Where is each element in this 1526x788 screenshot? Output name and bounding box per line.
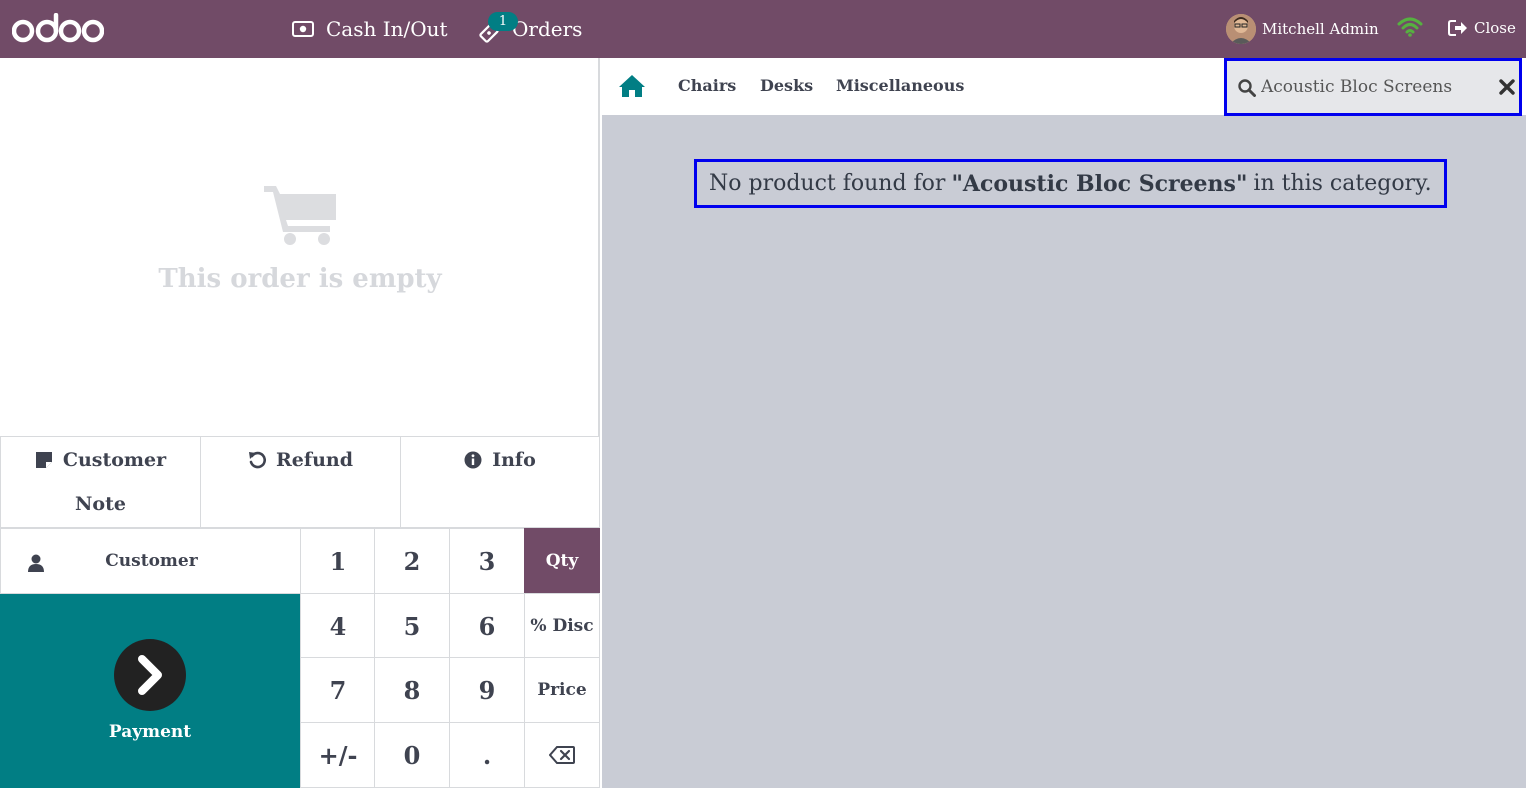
numpad-key-7[interactable]: 7 <box>300 657 376 723</box>
category-desks[interactable]: Desks <box>760 76 813 95</box>
category-chairs[interactable]: Chairs <box>678 76 736 95</box>
sign-out-icon <box>1448 20 1467 36</box>
cash-in-out-label: Cash In/Out <box>326 17 448 41</box>
numpad-mode-discount[interactable]: % Disc <box>524 593 600 659</box>
orders-button[interactable]: 1 Orders <box>478 0 582 58</box>
payment-circle <box>114 639 186 711</box>
category-miscellaneous[interactable]: Miscellaneous <box>836 76 964 95</box>
search-icon <box>1238 79 1256 97</box>
shopping-cart-icon <box>264 186 336 245</box>
search-box <box>1224 58 1522 116</box>
numpad-key-9[interactable]: 9 <box>449 657 525 723</box>
top-bar: Cash In/Out 1 Orders Mitchell Admin Clos… <box>0 0 1526 58</box>
refund-button[interactable]: Refund <box>200 436 401 528</box>
money-icon <box>292 21 314 37</box>
avatar <box>1226 14 1256 44</box>
sticky-note-icon <box>35 452 52 468</box>
numpad-key-5[interactable]: 5 <box>374 593 450 659</box>
customer-note-label-2: Note <box>75 493 126 515</box>
close-button[interactable]: Close <box>1448 13 1516 43</box>
empty-order-text: This order is empty <box>158 264 442 294</box>
no-product-message: No product found for "Acoustic Bloc Scre… <box>694 159 1447 208</box>
customer-button[interactable]: Customer <box>0 528 301 594</box>
undo-icon <box>249 451 266 469</box>
close-label: Close <box>1474 19 1516 37</box>
customer-note-button[interactable]: Customer Note <box>0 436 201 528</box>
numpad-backspace-button[interactable] <box>524 722 600 788</box>
category-bar: Chairs Desks Miscellaneous <box>602 58 1526 116</box>
numpad-key-dot[interactable]: . <box>449 722 525 788</box>
payment-label: Payment <box>108 722 192 742</box>
numpad-mode-price[interactable]: Price <box>524 657 600 723</box>
no-product-query: "Acoustic Bloc Screens" <box>951 170 1248 197</box>
wifi-icon <box>1397 17 1423 37</box>
customer-note-label-1: Customer <box>62 449 167 471</box>
no-product-prefix: No product found for <box>709 171 946 196</box>
no-product-suffix: in this category. <box>1253 171 1432 196</box>
cash-in-out-button[interactable]: Cash In/Out <box>292 0 448 58</box>
payment-button[interactable]: Payment <box>0 594 300 788</box>
numpad-key-0[interactable]: 0 <box>374 722 450 788</box>
numpad-mode-qty[interactable]: Qty <box>524 528 600 594</box>
info-button[interactable]: Info <box>400 436 600 528</box>
numpad-key-sign[interactable]: +/- <box>300 722 376 788</box>
info-label: Info <box>492 449 536 471</box>
backspace-icon <box>549 746 575 764</box>
numpad-key-2[interactable]: 2 <box>374 528 450 594</box>
numpad-key-4[interactable]: 4 <box>300 593 376 659</box>
info-circle-icon <box>464 451 482 469</box>
user-menu[interactable]: Mitchell Admin <box>1226 13 1379 45</box>
numpad-key-1[interactable]: 1 <box>300 528 376 594</box>
products-pane: Chairs Desks Miscellaneous No product fo… <box>602 58 1526 788</box>
odoo-logo[interactable] <box>12 13 104 45</box>
numpad-key-8[interactable]: 8 <box>374 657 450 723</box>
orders-label: Orders <box>512 17 583 41</box>
close-icon[interactable] <box>1499 79 1515 95</box>
numpad-key-6[interactable]: 6 <box>449 593 525 659</box>
user-name: Mitchell Admin <box>1262 20 1379 38</box>
numpad-key-3[interactable]: 3 <box>449 528 525 594</box>
orders-count-badge: 1 <box>488 12 518 31</box>
home-icon[interactable] <box>618 74 646 98</box>
chevron-right-icon <box>138 655 162 695</box>
customer-label: Customer <box>105 551 198 571</box>
refund-label: Refund <box>276 449 353 471</box>
search-input[interactable] <box>1261 75 1491 99</box>
